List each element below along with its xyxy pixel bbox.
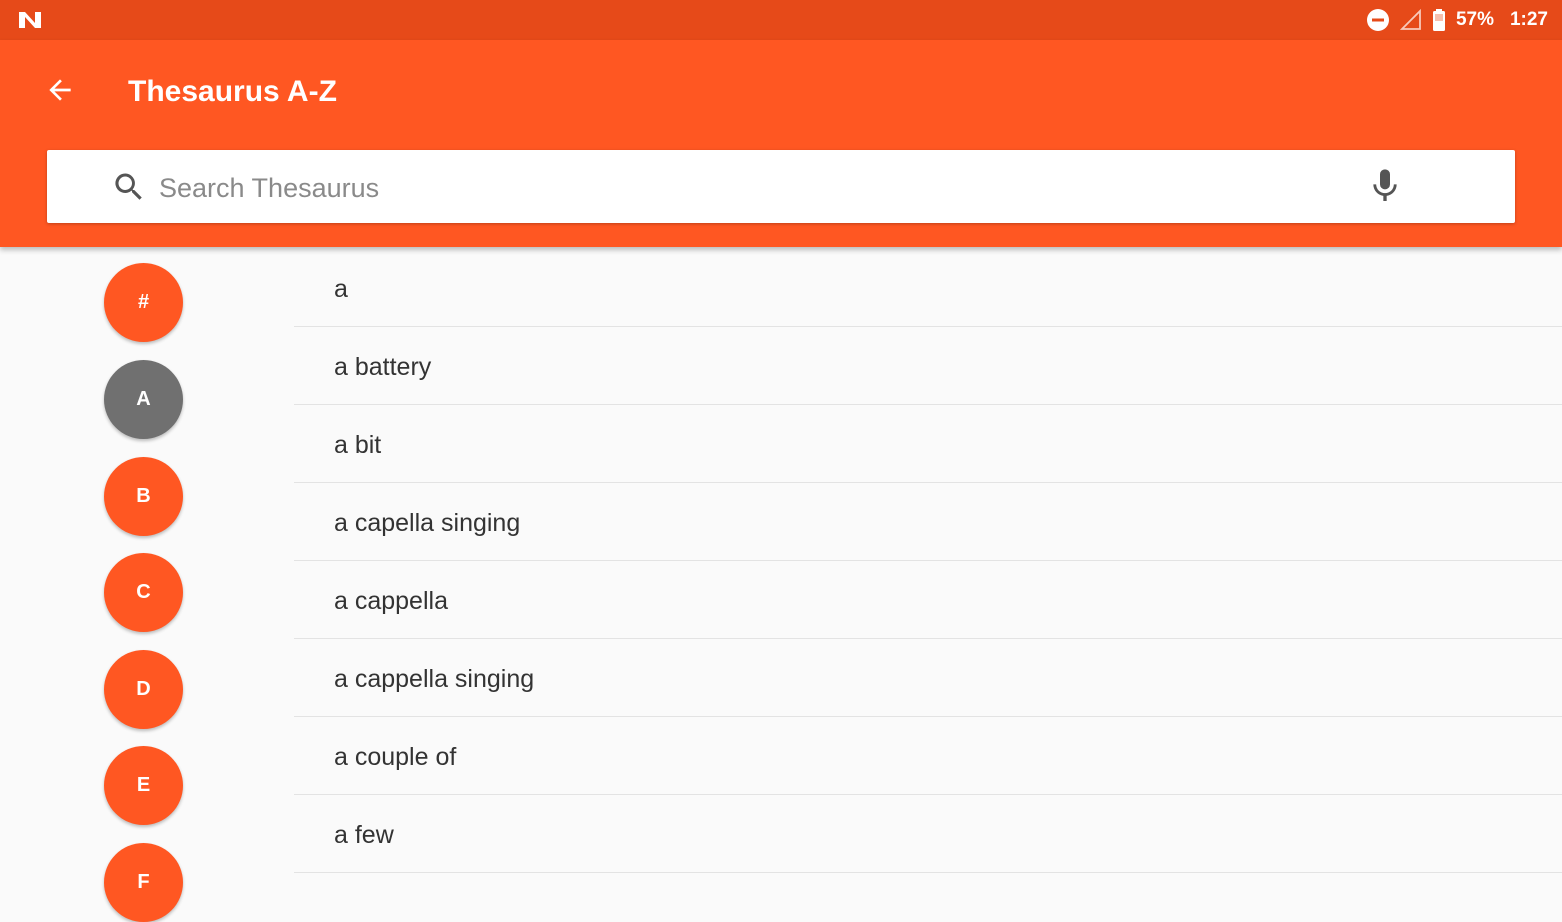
index-letter-label: F: [137, 871, 150, 893]
index-letter-c[interactable]: C: [104, 553, 183, 632]
index-letter-b[interactable]: B: [104, 457, 183, 536]
list-item[interactable]: a cappella: [294, 561, 1562, 639]
page-title: Thesaurus A-Z: [128, 75, 337, 108]
alphabet-index: # A B C D E F: [0, 247, 290, 922]
index-letter-hash[interactable]: #: [104, 263, 183, 342]
list-item-label: a bit: [334, 431, 382, 459]
list-item-label: a cappella: [334, 587, 448, 615]
list-item[interactable]: a few: [294, 795, 1562, 873]
microphone-icon[interactable]: [1365, 166, 1405, 206]
index-letter-f[interactable]: F: [104, 843, 183, 922]
n-notification-icon: [16, 8, 44, 32]
battery-icon: [1432, 8, 1446, 32]
list-item-label: a few: [334, 821, 394, 849]
search-icon: [111, 169, 147, 205]
battery-percent: 57%: [1455, 9, 1494, 30]
list-item-label: a capella singing: [334, 509, 521, 537]
search-input[interactable]: [157, 162, 1341, 214]
index-letter-label: D: [136, 678, 151, 700]
status-bar: 57% 1:27: [0, 0, 1562, 40]
list-item-label: a cappella singing: [334, 665, 535, 693]
index-letter-label: B: [136, 485, 151, 507]
index-letter-label: E: [136, 774, 151, 796]
index-letter-label: #: [137, 291, 150, 313]
index-letter-label: A: [136, 388, 151, 410]
signal-icon: [1399, 9, 1422, 31]
search-bar: [47, 150, 1515, 223]
list-item-label: a battery: [334, 353, 432, 381]
list-item[interactable]: a cappella singing: [294, 639, 1562, 717]
list-item[interactable]: a bit: [294, 405, 1562, 483]
do-not-disturb-icon: [1366, 8, 1390, 32]
list-item[interactable]: a: [294, 249, 1562, 327]
list-item[interactable]: a couple of: [294, 717, 1562, 795]
list-item[interactable]: a capella singing: [294, 483, 1562, 561]
index-letter-label: C: [136, 581, 151, 603]
arrow-left-icon: [44, 74, 76, 111]
word-list: a a battery a bit a capella singing a ca…: [294, 247, 1562, 900]
app-bar: Thesaurus A-Z: [0, 40, 1562, 247]
clock: 1:27: [1509, 9, 1548, 30]
index-letter-e[interactable]: E: [104, 746, 183, 825]
list-item-label: a couple of: [334, 743, 457, 771]
list-item-label: a: [334, 275, 348, 303]
list-item[interactable]: a battery: [294, 327, 1562, 405]
back-button[interactable]: [36, 70, 84, 114]
index-letter-a[interactable]: A: [104, 360, 183, 439]
index-letter-d[interactable]: D: [104, 650, 183, 729]
